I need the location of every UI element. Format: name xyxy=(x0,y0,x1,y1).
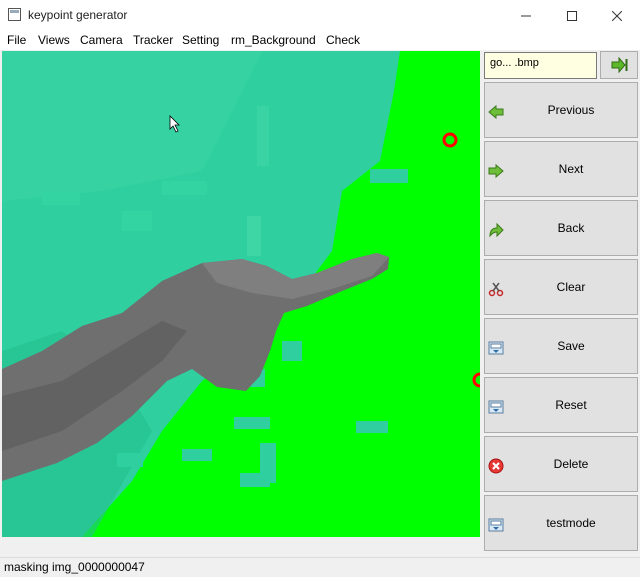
menu-tracker[interactable]: Tracker xyxy=(133,33,173,47)
delete-icon xyxy=(488,458,504,474)
back-button[interactable]: Back xyxy=(484,200,638,256)
file-name-field[interactable]: go... .bmp xyxy=(484,52,597,79)
previous-button[interactable]: Previous xyxy=(484,82,638,138)
status-text: masking img_0000000047 xyxy=(4,560,145,574)
title-bar: keypoint generator xyxy=(0,0,640,31)
image-viewport[interactable] xyxy=(2,51,480,537)
menu-check[interactable]: Check xyxy=(326,33,360,47)
masked-camera-image xyxy=(2,51,480,537)
go-button[interactable] xyxy=(600,51,638,79)
menu-bar: File Views Camera Tracker Setting rm_Bac… xyxy=(0,31,640,50)
testmode-button[interactable]: testmode xyxy=(484,495,638,551)
menu-camera[interactable]: Camera xyxy=(80,33,123,47)
scissors-icon xyxy=(488,282,504,297)
next-button[interactable]: Next xyxy=(484,141,638,197)
testmode-label: testmode xyxy=(546,516,596,530)
menu-rm-background[interactable]: rm_Background xyxy=(231,33,316,47)
next-label: Next xyxy=(558,162,584,176)
app-icon xyxy=(8,8,21,21)
side-panel: go... .bmp Previous Next Back Clear Save… xyxy=(481,50,640,551)
window-title: keypoint generator xyxy=(28,8,128,22)
minimize-button[interactable] xyxy=(503,0,549,31)
status-bar: masking img_0000000047 xyxy=(0,557,640,577)
menu-views[interactable]: Views xyxy=(38,33,70,47)
menu-setting[interactable]: Setting xyxy=(182,33,219,47)
back-arrow-icon xyxy=(489,222,504,238)
reset-button[interactable]: Reset xyxy=(484,377,638,433)
arrow-right-icon xyxy=(488,163,504,179)
clear-label: Clear xyxy=(556,280,586,294)
save-icon xyxy=(488,341,504,355)
clear-button[interactable]: Clear xyxy=(484,259,638,315)
maximize-icon xyxy=(567,10,577,21)
arrow-left-icon xyxy=(488,104,504,120)
previous-label: Previous xyxy=(547,103,595,117)
minimize-icon xyxy=(521,15,531,16)
menu-file[interactable]: File xyxy=(7,33,26,47)
save-button[interactable]: Save xyxy=(484,318,638,374)
save-label: Save xyxy=(557,339,585,353)
back-label: Back xyxy=(557,221,585,235)
testmode-icon xyxy=(488,518,504,532)
reset-icon xyxy=(488,400,504,414)
maximize-button[interactable] xyxy=(549,0,595,31)
close-icon xyxy=(612,10,622,21)
go-arrow-icon xyxy=(611,57,628,73)
close-button[interactable] xyxy=(594,0,640,31)
reset-label: Reset xyxy=(555,398,587,412)
delete-button[interactable]: Delete xyxy=(484,436,638,492)
delete-label: Delete xyxy=(553,457,589,471)
